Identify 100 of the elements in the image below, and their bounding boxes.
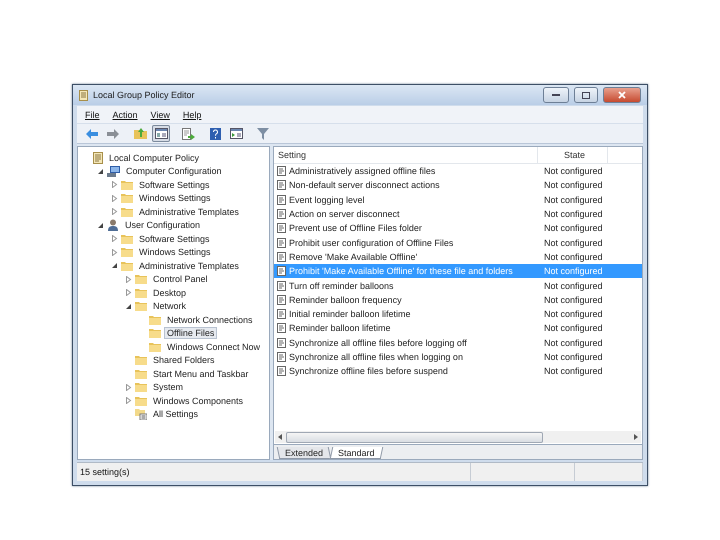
folder-icon	[121, 247, 133, 258]
folder-icon	[135, 355, 147, 366]
setting-icon	[277, 180, 286, 190]
collapse-arrow-icon[interactable]	[125, 302, 132, 310]
setting-icon	[277, 280, 286, 291]
tree-item[interactable]: Start Menu and Taskbar	[150, 368, 252, 380]
menu-item[interactable]: View	[150, 110, 170, 120]
minimize-button[interactable]	[543, 87, 569, 103]
list-row[interactable]: Synchronize all offline files before logging off Not configured	[274, 336, 642, 350]
tree-item[interactable]: Software Settings	[136, 232, 213, 245]
setting-icon	[277, 238, 286, 248]
collapse-arrow-icon[interactable]	[97, 168, 104, 175]
tree-item[interactable]: User Configuration	[122, 219, 204, 232]
toolbar-button[interactable]	[227, 125, 245, 142]
tree-item[interactable]: Administrative Templates	[136, 260, 242, 272]
expand-arrow-icon[interactable]	[111, 194, 118, 202]
list-row[interactable]: Prevent use of Offline Files folder Not configured	[274, 221, 642, 236]
setting-name: Synchronize all offline files when logging on	[289, 352, 463, 362]
document-icon	[79, 90, 88, 100]
tree-item[interactable]: Shared Folders	[150, 354, 218, 366]
tree-item[interactable]: Windows Settings	[136, 192, 214, 204]
tree-item[interactable]: Network Connections	[164, 314, 256, 326]
tree-item[interactable]: Computer Configuration	[123, 165, 225, 178]
setting-icon	[277, 223, 286, 234]
setting-state: Not configured	[543, 194, 603, 205]
close-button[interactable]	[603, 87, 641, 103]
forward-arrow-icon	[107, 128, 119, 138]
list-row[interactable]: Synchronize all offline files when logging on Not configured	[274, 350, 642, 364]
setting-state: Not configured	[543, 280, 603, 291]
setting-state: Not configured	[543, 166, 603, 176]
menu-item[interactable]: Help	[182, 110, 202, 120]
toolbar-button[interactable]	[179, 125, 197, 142]
tree-item[interactable]: Windows Settings	[136, 246, 214, 258]
setting-icon	[277, 366, 286, 376]
tree-item[interactable]: All Settings	[150, 408, 202, 420]
tree-item[interactable]: Software Settings	[136, 178, 213, 191]
maximize-button[interactable]	[574, 87, 598, 103]
folder-icon	[135, 368, 147, 379]
filter-icon	[257, 128, 269, 140]
expand-arrow-icon[interactable]	[111, 208, 118, 216]
scroll-left-icon[interactable]	[278, 434, 283, 440]
tree-item[interactable]: Administrative Templates	[136, 206, 242, 218]
setting-state: Not configured	[543, 252, 603, 262]
setting-name: Prohibit 'Make Available Offline' for these file and folders	[289, 266, 513, 276]
list-row[interactable]: Initial reminder balloon lifetime Not configured	[274, 306, 642, 322]
list-row[interactable]: Non-default server disconnect actions Not configured	[274, 178, 642, 193]
list-row[interactable]: Synchronize offline files before suspend Not configured	[274, 364, 642, 378]
column-header[interactable]: Setting	[274, 147, 538, 163]
setting-icon	[277, 194, 286, 205]
setting-state: Not configured	[543, 309, 603, 320]
setting-name: Turn off reminder balloons	[289, 280, 394, 291]
list-row[interactable]: Remove 'Make Available Offline' Not configured	[274, 250, 642, 264]
status-text: 15 setting(s)	[77, 463, 471, 481]
list-row[interactable]: Event logging level Not configured	[274, 192, 642, 207]
expand-arrow-icon[interactable]	[125, 276, 132, 283]
view-tab[interactable]: Standard	[330, 447, 383, 459]
folder-icon	[135, 382, 147, 392]
collapse-arrow-icon[interactable]	[97, 222, 104, 229]
folder-icon	[121, 260, 133, 271]
tree-item[interactable]: Offline Files	[164, 327, 218, 340]
column-header[interactable]: State	[538, 147, 608, 163]
setting-state: Not configured	[543, 352, 603, 362]
document-icon	[93, 152, 103, 164]
expand-arrow-icon[interactable]	[125, 384, 132, 391]
setting-state: Not configured	[543, 223, 603, 234]
list-row[interactable]: Reminder balloon lifetime Not configured	[274, 321, 642, 336]
list-row[interactable]: Turn off reminder balloons Not configured	[274, 278, 642, 293]
list-row[interactable]: Action on server disconnect Not configured	[274, 206, 642, 222]
folder-icon	[135, 274, 147, 284]
scroll-right-icon[interactable]	[633, 434, 638, 440]
list-row[interactable]: Administratively assigned offline files Not configured	[274, 164, 642, 178]
toolbar-button[interactable]	[152, 125, 170, 142]
tree-item[interactable]: Windows Components	[150, 394, 246, 407]
setting-state: Not configured	[543, 266, 603, 276]
menu-item[interactable]: File	[85, 110, 100, 120]
menu-item[interactable]: Action	[112, 110, 138, 120]
list-row[interactable]: Prohibit user configuration of Offline Files Not configured	[274, 235, 642, 250]
setting-icon	[277, 266, 286, 276]
settings-list-icon	[135, 408, 147, 420]
setting-name: Action on server disconnect	[289, 209, 400, 220]
tree-item[interactable]: Windows Connect Now	[164, 340, 264, 353]
collapse-arrow-icon[interactable]	[111, 262, 118, 270]
action-pane-icon	[230, 128, 242, 139]
tree-item[interactable]: Network	[150, 300, 190, 312]
tree-item[interactable]: Desktop	[150, 286, 190, 299]
expand-arrow-icon[interactable]	[125, 289, 132, 296]
tree-item[interactable]: Control Panel	[150, 273, 211, 286]
tree-item[interactable]: Local Computer Policy	[106, 152, 202, 164]
folder-icon	[121, 180, 133, 190]
list-row[interactable]: Reminder balloon frequency Not configured	[274, 292, 642, 307]
view-tab[interactable]: Extended	[276, 447, 332, 459]
tree-item[interactable]: System	[150, 381, 186, 394]
expand-arrow-icon[interactable]	[111, 235, 118, 242]
expand-arrow-icon[interactable]	[111, 181, 118, 188]
setting-name: Administratively assigned offline files	[289, 166, 436, 176]
expand-arrow-icon[interactable]	[111, 248, 118, 256]
expand-arrow-icon[interactable]	[125, 397, 132, 404]
horizontal-scrollbar[interactable]	[275, 431, 641, 443]
folder-icon	[121, 234, 133, 244]
setting-name: Event logging level	[289, 194, 365, 205]
